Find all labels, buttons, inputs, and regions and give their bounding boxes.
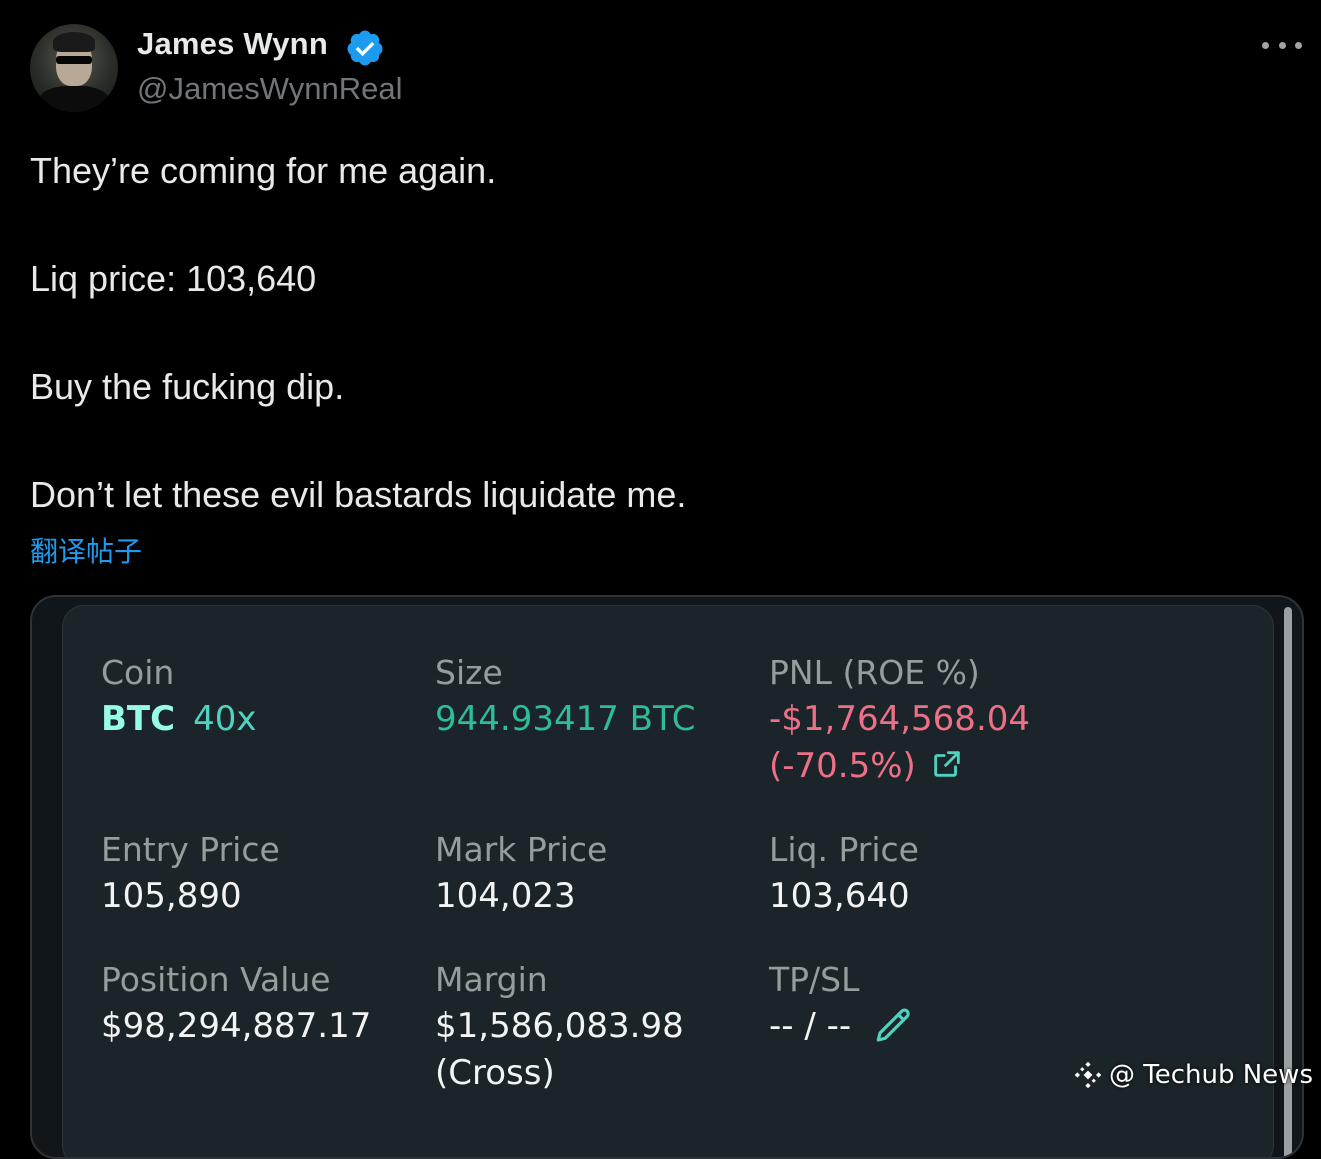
entry-price-field: Entry Price 105,890 <box>101 827 280 920</box>
position-value-value: $98,294,887.17 <box>101 1006 372 1046</box>
liq-price-value: 103,640 <box>769 876 910 916</box>
margin-field: Margin $1,586,083.98 (Cross) <box>435 957 684 1097</box>
avatar-hair <box>53 32 95 52</box>
margin-label: Margin <box>435 960 548 999</box>
entry-price-value: 105,890 <box>101 876 242 916</box>
mark-price-label: Mark Price <box>435 830 608 869</box>
edit-pencil-icon[interactable] <box>873 1005 915 1047</box>
position-value-field: Position Value $98,294,887.17 <box>101 957 371 1050</box>
position-value-label: Position Value <box>101 960 331 999</box>
liq-price-field: Liq. Price 103,640 <box>769 827 919 920</box>
mark-price-value: 104,023 <box>435 876 576 916</box>
verified-badge-icon <box>347 30 383 66</box>
author-handle[interactable]: @JamesWynnReal <box>137 71 403 107</box>
tp-sl-value: -- / -- <box>769 1006 852 1046</box>
tweet-text-line: Liq price: 103,640 <box>30 258 317 299</box>
pnl-value: -$1,764,568.04 <box>769 699 1031 739</box>
more-dot <box>1295 41 1302 49</box>
tp-sl-value-row: -- / -- <box>769 1003 915 1050</box>
tweet-text-line: They’re coming for me again. <box>30 150 497 191</box>
more-options-icon[interactable] <box>1262 32 1302 58</box>
liq-price-label: Liq. Price <box>769 830 919 869</box>
watermark-text: @ Techub News <box>1108 1060 1313 1090</box>
more-dot <box>1278 41 1286 49</box>
pnl-roe: (-70.5%) <box>769 746 916 786</box>
watermark: @ Techub News <box>1073 1060 1313 1090</box>
size-value: 944.93417 BTC <box>435 699 696 739</box>
more-dot <box>1262 41 1269 49</box>
tweet-text-line: Buy the fucking dip. <box>30 366 345 407</box>
external-link-icon[interactable] <box>930 747 964 781</box>
coin-leverage: 40x <box>193 699 257 739</box>
size-field: Size 944.93417 BTC <box>435 650 696 743</box>
translate-post-link[interactable]: 翻译帖子 <box>30 530 142 570</box>
techub-logo-icon <box>1074 1061 1102 1089</box>
tp-sl-field: TP/SL -- / -- <box>769 957 915 1050</box>
mark-price-field: Mark Price 104,023 <box>435 827 607 920</box>
tp-sl-label: TP/SL <box>769 960 860 999</box>
coin-field: Coin BTC 40x <box>101 650 256 743</box>
coin-symbol: BTC <box>101 699 176 739</box>
entry-price-label: Entry Price <box>101 830 280 869</box>
pnl-roe-row: (-70.5%) <box>769 743 1030 790</box>
tweet-text-line: Don’t let these evil bastards liquidate … <box>30 474 687 515</box>
size-label: Size <box>435 653 503 692</box>
avatar[interactable] <box>30 24 118 112</box>
pnl-field: PNL (ROE %) -$1,764,568.04 (-70.5%) <box>769 650 1030 790</box>
author-display-name[interactable]: James Wynn <box>137 26 328 62</box>
margin-mode: (Cross) <box>435 1053 555 1093</box>
coin-value: BTC 40x <box>101 696 256 743</box>
coin-label: Coin <box>101 653 175 692</box>
avatar-glasses <box>56 56 92 64</box>
avatar-coat <box>38 86 110 112</box>
pnl-label: PNL (ROE %) <box>769 653 980 692</box>
margin-value: $1,586,083.98 <box>435 1006 684 1046</box>
